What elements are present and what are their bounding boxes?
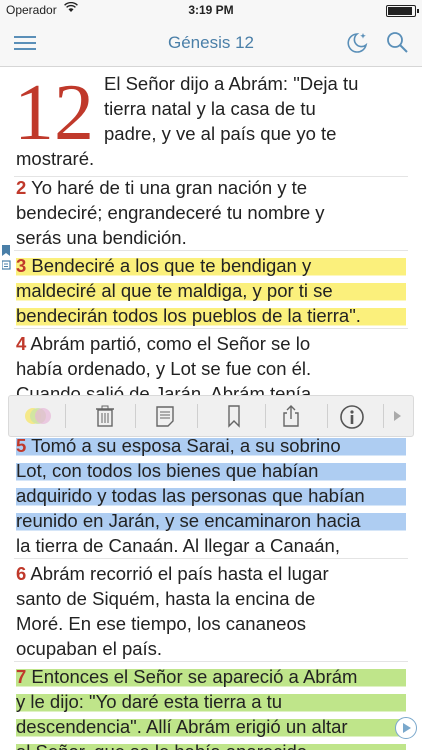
verse-line: adquirido y todas las personas que había…: [16, 483, 406, 508]
verse-7[interactable]: 7 Entonces el Señor se apareció a Abrám …: [16, 664, 406, 750]
verse-line: reunido en Jarán, y se encaminaron hacia: [16, 508, 406, 533]
toolbar-divider: [265, 404, 266, 428]
verse-line: había ordenado, y Lot se fue con él.: [16, 358, 312, 379]
verse-2[interactable]: 2 Yo haré de ti una gran nación y te ben…: [16, 175, 406, 250]
search-icon[interactable]: [384, 29, 410, 55]
verse-separator: [14, 328, 408, 329]
verse-line: serás una bendición.: [16, 227, 187, 248]
verse-5[interactable]: 5 Tomó a su esposa Sarai, a su sobrino L…: [16, 433, 406, 558]
verse-line: Bendeciré a los que te bendigan y: [26, 255, 312, 276]
verse-3[interactable]: 3 Bendeciré a los que te bendigan y mald…: [16, 253, 406, 328]
status-bar: Operador 3:19 PM: [0, 0, 422, 20]
verse-line: Moré. En ese tiempo, los cananeos: [16, 613, 306, 634]
verse-number: 4: [16, 333, 27, 354]
verse-line: y le dijo: "Yo daré esta tierra a tu: [16, 689, 406, 714]
toolbar-divider: [65, 404, 66, 428]
verse-line: El Señor dijo a Abrám: "Deja tu: [104, 73, 359, 94]
play-audio-icon[interactable]: [395, 717, 417, 739]
bookmark-icon[interactable]: [214, 396, 254, 436]
toolbar-divider: [327, 404, 328, 428]
chapter-number: 12: [14, 69, 94, 157]
verse-separator: [14, 661, 408, 662]
verse-action-toolbar: [8, 395, 414, 437]
verse-line: bendecirán todos los pueblos de la tierr…: [16, 303, 406, 328]
verse-number: 3: [16, 255, 27, 276]
verse-line: maldeciré al que te maldiga, y por ti se: [16, 278, 406, 303]
verse-line: Abrám partió, como el Señor se lo: [26, 333, 311, 354]
share-icon[interactable]: [271, 396, 311, 436]
verse-line: ocupaban el país.: [16, 638, 163, 659]
verse-line: Tomó a su esposa Sarai, a su sobrino: [26, 435, 341, 456]
verse-line: la tierra de Canaán. Al llegar a Canaán,: [16, 535, 340, 556]
verse-line: bendeciré; engrandeceré tu nombre y: [16, 202, 325, 223]
verse-line: al Señor, que se le había aparecido.: [16, 739, 406, 750]
trash-icon[interactable]: [85, 396, 125, 436]
verse-line: mostraré.: [16, 148, 95, 169]
verse-number: 5: [16, 435, 27, 456]
verse-6[interactable]: 6 Abrám recorrió el país hasta el lugar …: [16, 561, 406, 661]
verse-number: 6: [16, 563, 27, 584]
color-palette-icon[interactable]: [15, 396, 55, 436]
verse-line: tierra natal y la casa de tu: [104, 98, 316, 119]
verse-number: 7: [16, 666, 27, 687]
verse-line: descendencia". Allí Abrám erigió un alta…: [16, 714, 406, 739]
verse-separator: [14, 250, 408, 251]
arrow-right-icon[interactable]: [383, 396, 413, 436]
navigation-bar: Génesis 12: [0, 20, 422, 67]
verse-line: Entonces el Señor se apareció a Abrám: [26, 666, 358, 687]
battery-icon: [386, 5, 419, 17]
verse-line: Yo haré de ti una gran nación y te: [26, 177, 308, 198]
verse-line: Abrám recorrió el país hasta el lugar: [26, 563, 329, 584]
bookmark-marker-icon[interactable]: [1, 245, 11, 270]
verse-separator: [14, 558, 408, 559]
info-icon[interactable]: [331, 396, 371, 436]
verse-number: 2: [16, 177, 27, 198]
verse-line: padre, y ve al país que yo te: [104, 123, 337, 144]
night-mode-icon[interactable]: [344, 29, 370, 55]
verse-1[interactable]: El Señor dijo a Abrám: "Deja tu tierra n…: [16, 71, 414, 171]
verse-line: Lot, con todos los bienes que habían: [16, 458, 406, 483]
verse-line: santo de Siquém, hasta la encina de: [16, 588, 316, 609]
toolbar-divider: [135, 404, 136, 428]
clock: 3:19 PM: [188, 3, 234, 17]
note-icon[interactable]: [145, 396, 185, 436]
toolbar-divider: [197, 404, 198, 428]
